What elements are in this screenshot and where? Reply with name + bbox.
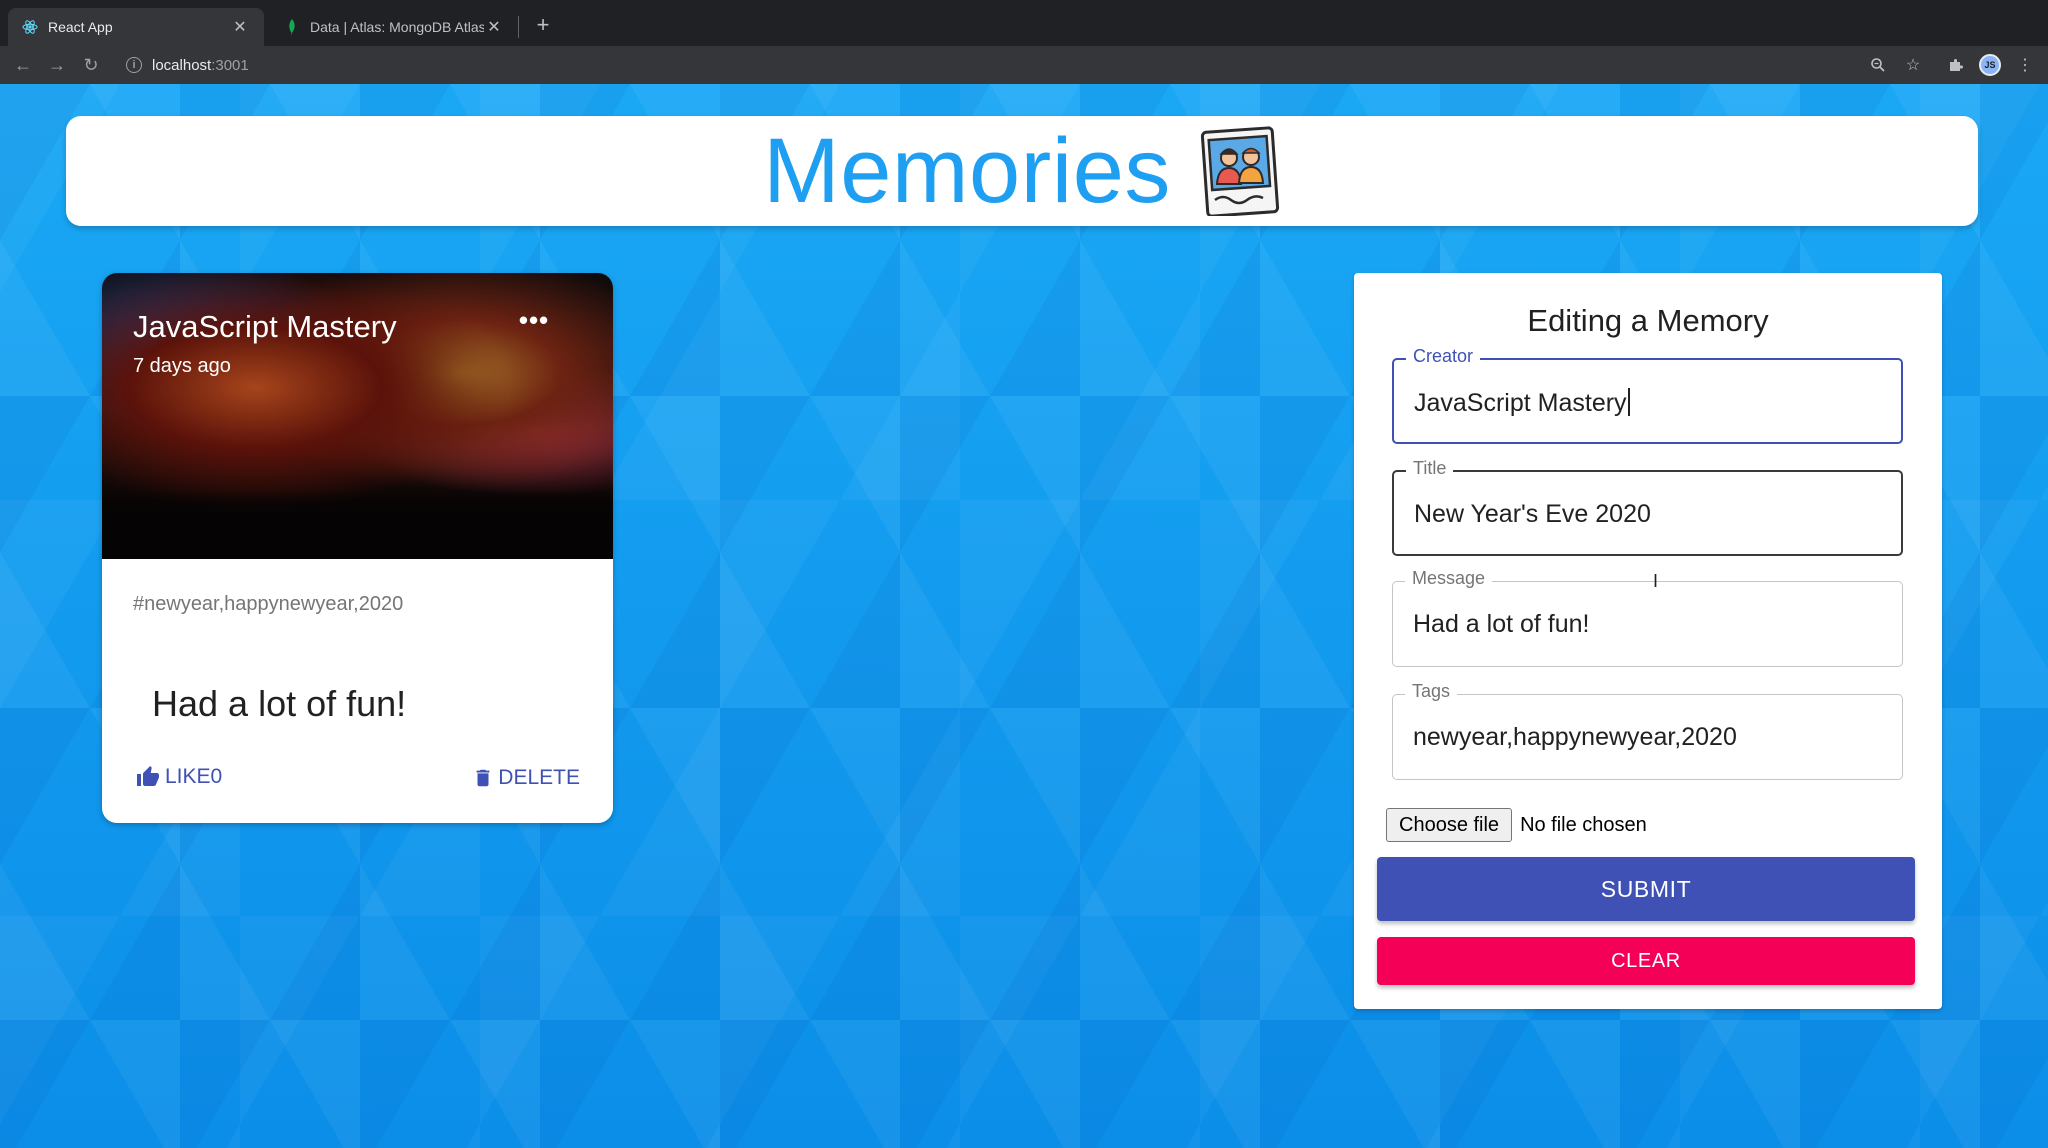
card-tags: #newyear,happynewyear,2020 <box>133 593 404 615</box>
memory-form: Editing a Memory Creator JavaScript Mast… <box>1354 273 1942 1009</box>
address-bar[interactable]: i localhost:3001 <box>118 49 1908 81</box>
react-icon <box>22 19 38 35</box>
extensions-puzzle-icon[interactable] <box>1941 50 1971 80</box>
delete-button[interactable]: DELETE <box>472 765 580 791</box>
tab-title: React App <box>48 19 113 35</box>
reload-icon[interactable]: ↻ <box>76 50 106 80</box>
card-message: Had a lot of fun! <box>152 683 407 724</box>
tab-divider <box>518 16 519 38</box>
like-count: 0 <box>210 765 223 788</box>
tab-react-app[interactable]: React App ✕ <box>8 8 264 46</box>
app-header: Memories <box>66 116 1978 226</box>
browser-menu-icon[interactable]: ⋮ <box>2010 50 2040 80</box>
like-button[interactable]: LIKE 0 <box>135 765 222 789</box>
page-background: Memories JavaScript Mastery 7 days ago •… <box>0 84 2048 1148</box>
creator-field[interactable]: Creator JavaScript Mastery <box>1392 346 1903 444</box>
message-label: Message <box>1405 568 1493 589</box>
choose-file-button[interactable]: Choose file <box>1386 808 1513 842</box>
tab-title: Data | Atlas: MongoDB Atlas <box>310 19 484 35</box>
zoom-icon[interactable] <box>1863 50 1893 80</box>
more-horiz-icon[interactable]: ••• <box>512 305 556 337</box>
new-tab-icon[interactable]: + <box>530 12 556 38</box>
creator-label: Creator <box>1406 346 1481 367</box>
title-input[interactable]: New Year's Eve 2020 <box>1414 500 1651 529</box>
mongodb-leaf-icon <box>284 19 300 35</box>
browser-tab-bar: React App ✕ Data | Atlas: MongoDB Atlas … <box>0 0 2048 46</box>
app-title: Memories <box>763 119 1171 222</box>
tab-mongodb-atlas[interactable]: Data | Atlas: MongoDB Atlas ✕ <box>270 8 518 46</box>
bookmark-star-icon[interactable]: ☆ <box>1898 50 1928 80</box>
creator-input[interactable]: JavaScript Mastery <box>1414 388 1630 418</box>
avatar: JS <box>1979 54 2001 76</box>
url-host: localhost <box>152 56 212 74</box>
back-arrow-icon[interactable]: ← <box>8 50 38 80</box>
card-timestamp: 7 days ago <box>133 355 231 377</box>
tags-input[interactable]: newyear,happynewyear,2020 <box>1413 723 1737 752</box>
message-input[interactable]: Had a lot of fun! <box>1413 610 1590 639</box>
delete-label: DELETE <box>498 766 580 789</box>
like-label: LIKE <box>165 765 211 788</box>
file-status: No file chosen <box>1520 813 1647 836</box>
thumb-up-icon <box>137 766 159 786</box>
site-info-icon[interactable]: i <box>126 57 142 73</box>
text-cursor-icon: I <box>1653 571 1659 591</box>
trash-icon <box>476 769 490 787</box>
url-port: :3001 <box>211 56 249 74</box>
submit-button[interactable]: SUBMIT <box>1377 857 1915 921</box>
memories-photo-icon <box>1200 126 1279 216</box>
title-field[interactable]: Title New Year's Eve 2020 <box>1392 458 1903 556</box>
card-creator: JavaScript Mastery <box>133 309 397 344</box>
close-tab-icon[interactable]: ✕ <box>230 17 250 37</box>
memory-card: JavaScript Mastery 7 days ago ••• #newye… <box>102 273 613 823</box>
file-input: Choose file No file chosen <box>1386 808 1647 842</box>
tags-field[interactable]: Tags newyear,happynewyear,2020 <box>1392 681 1903 780</box>
tags-label: Tags <box>1405 681 1458 702</box>
title-label: Title <box>1406 458 1454 479</box>
close-tab-icon[interactable]: ✕ <box>484 17 504 37</box>
message-field[interactable]: Message Had a lot of fun! <box>1392 568 1903 667</box>
clear-button[interactable]: CLEAR <box>1377 937 1915 985</box>
forward-arrow-icon[interactable]: → <box>42 50 72 80</box>
profile-avatar[interactable]: JS <box>1975 50 2005 80</box>
form-title: Editing a Memory <box>1527 303 1769 338</box>
browser-toolbar: ← → ↻ i localhost:3001 ☆ JS ⋮ <box>0 46 2048 84</box>
card-actions: LIKE 0 DELETE <box>102 753 613 813</box>
text-caret <box>1627 388 1630 416</box>
creator-value: JavaScript Mastery <box>1414 389 1627 417</box>
